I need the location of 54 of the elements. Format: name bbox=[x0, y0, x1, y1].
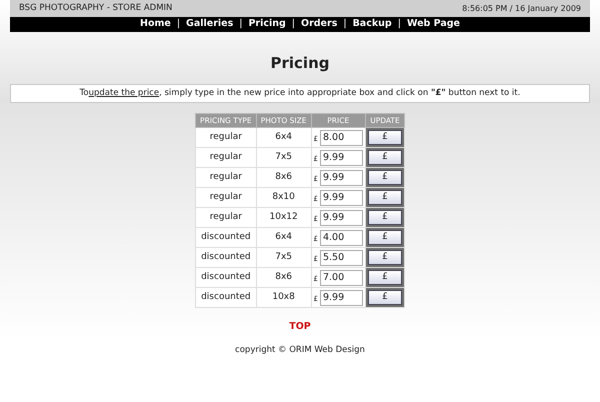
nav-separator: | bbox=[343, 17, 347, 32]
price-field[interactable]: 9.99 bbox=[320, 170, 363, 186]
table-cell: 7x5 bbox=[256, 148, 312, 168]
nav-separator: | bbox=[398, 17, 401, 32]
nav-separator: | bbox=[292, 17, 295, 32]
update-button[interactable]: £ bbox=[368, 210, 402, 225]
nav-link[interactable]: Galleries bbox=[186, 17, 234, 32]
table-cell: 8x6 bbox=[256, 168, 312, 188]
page-title: Pricing bbox=[270, 54, 330, 72]
nav-separator: | bbox=[239, 17, 242, 32]
table-cell: discounted bbox=[196, 288, 256, 308]
table-cell: 8x6 bbox=[256, 268, 312, 288]
table-cell: regular bbox=[196, 188, 256, 208]
table-cell: discounted bbox=[196, 228, 256, 248]
top-link[interactable]: TOP bbox=[289, 320, 311, 334]
price-field[interactable]: 4.00 bbox=[320, 230, 363, 246]
price-field[interactable]: 9.99 bbox=[320, 150, 363, 166]
nav-link[interactable]: Orders bbox=[301, 17, 338, 32]
update-button[interactable]: £ bbox=[368, 150, 402, 165]
nav-link[interactable]: Backup bbox=[352, 17, 392, 32]
price-field[interactable]: 7.00 bbox=[320, 270, 363, 286]
price-field[interactable]: 9.99 bbox=[320, 210, 363, 226]
nav-separator: | bbox=[176, 17, 180, 32]
table-cell: 10x8 bbox=[256, 288, 312, 308]
table-cell: 6x4 bbox=[256, 128, 312, 148]
price-field[interactable]: 5.50 bbox=[320, 250, 363, 266]
table-cell: regular bbox=[196, 148, 256, 168]
update-button[interactable]: £ bbox=[368, 270, 402, 285]
table-cell: 8x10 bbox=[256, 188, 312, 208]
site-title: BSG PHOTOGRAPHY - STORE ADMIN bbox=[19, 2, 172, 15]
update-button[interactable]: £ bbox=[368, 190, 402, 205]
update-button[interactable]: £ bbox=[368, 130, 402, 145]
price-field[interactable]: 9.99 bbox=[320, 290, 363, 306]
instructions: Toupdate the price, simply type in the new price into appropriate box and click on "£" button next to it. bbox=[10, 84, 590, 103]
price-field[interactable]: 9.99 bbox=[320, 190, 363, 206]
table-cell: regular bbox=[196, 128, 256, 148]
update-button[interactable]: £ bbox=[368, 250, 402, 265]
table-cell: 10x12 bbox=[256, 208, 312, 228]
nav-link[interactable]: Pricing bbox=[248, 17, 286, 32]
table-cell: regular bbox=[196, 208, 256, 228]
update-button[interactable]: £ bbox=[368, 290, 402, 305]
table-cell: 6x4 bbox=[256, 228, 312, 248]
datetime: 8:56:05 PM / 16 January 2009 bbox=[462, 2, 581, 14]
table-cell: regular bbox=[196, 168, 256, 188]
update-button[interactable]: £ bbox=[368, 230, 402, 245]
copyright: copyright © ORIM Web Design bbox=[235, 344, 365, 357]
update-price-link[interactable]: update the price bbox=[88, 87, 160, 100]
table-cell: discounted bbox=[196, 268, 256, 288]
price-field[interactable]: 8.00 bbox=[320, 130, 363, 146]
nav-link[interactable]: Web Page bbox=[406, 17, 460, 32]
table-cell: discounted bbox=[196, 248, 256, 268]
update-button[interactable]: £ bbox=[368, 170, 402, 185]
nav-link[interactable]: Home bbox=[140, 17, 171, 32]
table-cell: 7x5 bbox=[256, 248, 312, 268]
